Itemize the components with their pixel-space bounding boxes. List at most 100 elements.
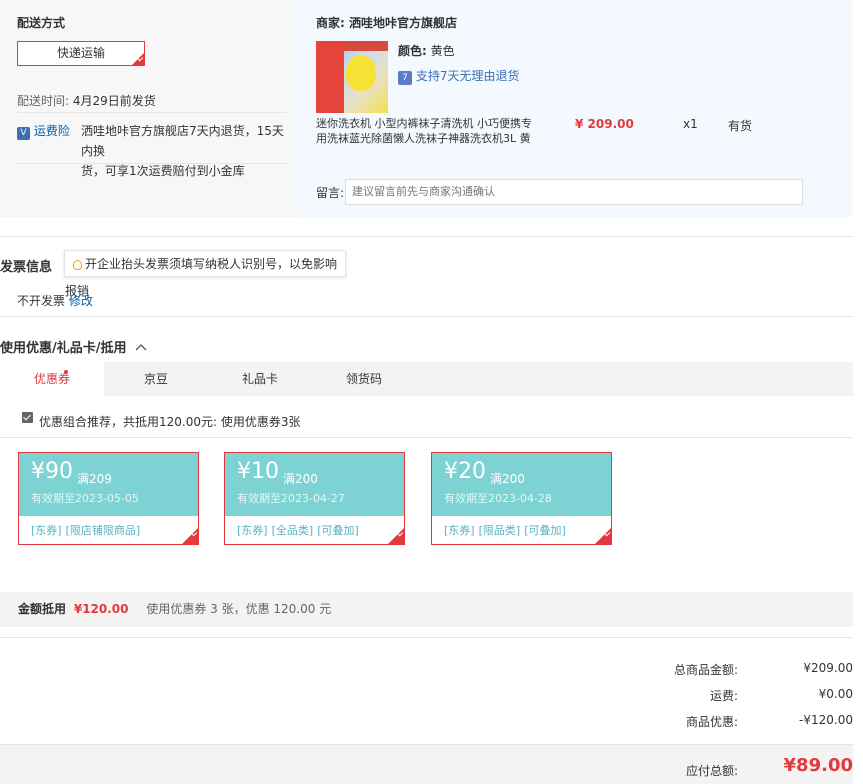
insurance-text: 洒哇地咔官方旗舰店7天内退货，15天内换 货，可享1次运费赔付到小金库 bbox=[81, 121, 291, 181]
pay-total-bar: 应付总额: ¥89.00 bbox=[0, 744, 853, 784]
coupon-tags: [东券] [限店铺限商品] bbox=[31, 522, 144, 538]
tab-badge-dot bbox=[64, 370, 68, 374]
shipping-option-express[interactable]: 快递运输 bbox=[17, 41, 145, 66]
tab-coupons[interactable]: 优惠券 bbox=[0, 362, 104, 396]
summary-amount: ¥120.00 bbox=[73, 602, 129, 616]
goods-total-label: 总商品金额: bbox=[673, 663, 738, 677]
message-input[interactable] bbox=[345, 179, 803, 205]
chevron-up-icon bbox=[135, 344, 147, 351]
tab-gift-card[interactable]: 礼品卡 bbox=[208, 362, 312, 396]
coupon-amount: ¥10 bbox=[237, 459, 279, 484]
shipping-option-label: 快递运输 bbox=[56, 46, 105, 60]
delivery-panel: 配送方式 快递运输 配送时间: 4月29日前发货 V 运费险 洒哇地咔官方旗舰店… bbox=[0, 0, 296, 217]
tab-jingdou[interactable]: 京豆 bbox=[104, 362, 208, 396]
divider bbox=[0, 637, 853, 638]
tab-gift-card-label: 礼品卡 bbox=[241, 372, 278, 386]
coupon-tag: [东券] bbox=[31, 524, 62, 537]
product-price: ¥ 209.00 bbox=[575, 117, 634, 131]
selected-check-icon bbox=[595, 528, 611, 544]
invoice-tip: 开企业抬头发票须填写纳税人识别号，以免影响报销 bbox=[64, 250, 346, 298]
goods-discount-label: 商品优惠: bbox=[685, 715, 738, 729]
coupon-amount: ¥90 bbox=[31, 459, 73, 484]
recommend-checkbox[interactable] bbox=[22, 412, 33, 423]
coupon-valid: 有效期至2023-04-28 bbox=[444, 492, 552, 505]
summary-detail: 使用优惠券 3 张，优惠 120.00 元 bbox=[146, 602, 332, 616]
product-stock: 有货 bbox=[728, 119, 753, 133]
tab-jingdou-label: 京豆 bbox=[143, 372, 168, 386]
shipping-insurance: V 运费险 洒哇地咔官方旗舰店7天内退货，15天内换 货，可享1次运费赔付到小金… bbox=[17, 112, 287, 178]
divider bbox=[0, 316, 853, 317]
ship-time-value: 4月29日前发货 bbox=[72, 94, 156, 108]
coupon-tag: [可叠加] bbox=[524, 524, 566, 537]
discount-tabs: 优惠券 京豆 礼品卡 领货码 bbox=[0, 362, 853, 396]
selected-check-icon bbox=[132, 53, 144, 65]
coupon-tag: [东券] bbox=[237, 524, 268, 537]
return-policy-text: 支持7天无理由退货 bbox=[415, 69, 520, 83]
coupon-tags: [东券] [限品类] [可叠加] bbox=[444, 522, 570, 538]
invoice-tip-text: 开企业抬头发票须填写纳税人识别号，以免影响报销 bbox=[65, 257, 338, 298]
coupon-top: ¥10 满200 有效期至2023-04-27 bbox=[225, 453, 404, 516]
coupon-tag: [全品类] bbox=[271, 524, 314, 537]
seller-header: 商家: 洒哇地咔官方旗舰店 bbox=[316, 14, 457, 31]
coupon-tag: [限品类] bbox=[478, 524, 521, 537]
coupon-top: ¥90 满209 有效期至2023-05-05 bbox=[19, 453, 198, 516]
ship-time-label: 配送时间: bbox=[17, 94, 70, 108]
product-image[interactable] bbox=[316, 41, 388, 113]
invoice-title: 发票信息 bbox=[0, 260, 53, 275]
return-policy: 7 支持7天无理由退货 bbox=[398, 67, 519, 85]
recommend-text: 优惠组合推荐，共抵用120.00元: 使用优惠券3张 bbox=[39, 415, 301, 429]
insurance-text-line1: 洒哇地咔官方旗舰店7天内退货，15天内换 bbox=[81, 124, 284, 158]
pay-total-value: ¥89.00 bbox=[783, 755, 853, 776]
product-name[interactable]: 迷你洗衣机 小型内裤袜子清洗机 小巧便携专 用洗袜蓝光除菌懒人洗袜子神器洗衣机3… bbox=[316, 116, 536, 146]
coupon-tag: [东券] bbox=[444, 524, 475, 537]
pay-total-label: 应付总额: bbox=[685, 764, 738, 778]
insurance-label: 运费险 bbox=[33, 124, 70, 138]
return-policy-icon: 7 bbox=[398, 71, 412, 85]
discount-title[interactable]: 使用优惠/礼品卡/抵用 bbox=[0, 337, 147, 356]
coupon-tags: [东券] [全品类] [可叠加] bbox=[237, 522, 363, 538]
insurance-badge[interactable]: V 运费险 bbox=[17, 122, 70, 140]
shipping-fee-label: 运费: bbox=[709, 689, 738, 703]
coupon-condition: 满200 bbox=[490, 472, 525, 486]
coupon-card[interactable]: ¥20 满200 有效期至2023-04-28 [东券] [限品类] [可叠加] bbox=[431, 452, 612, 545]
invoice-edit-link[interactable]: 修改 bbox=[69, 294, 93, 308]
coupon-tag: [限店铺限商品] bbox=[65, 524, 141, 537]
coupon-top: ¥20 满200 有效期至2023-04-28 bbox=[432, 453, 611, 516]
summary-label: 金额抵用 bbox=[18, 602, 67, 616]
lightbulb-icon bbox=[73, 260, 82, 270]
seller-name[interactable]: 洒哇地咔官方旗舰店 bbox=[349, 16, 457, 30]
tab-pickup-code-label: 领货码 bbox=[345, 372, 382, 386]
goods-discount-value: -¥120.00 bbox=[799, 713, 853, 727]
product-name-line2: 用洗袜蓝光除菌懒人洗袜子神器洗衣机3L 黄 bbox=[316, 132, 531, 145]
invoice-status: 不开发票 bbox=[17, 294, 66, 308]
coupon-amount: ¥20 bbox=[444, 459, 486, 484]
goods-total-value: ¥209.00 bbox=[803, 661, 853, 675]
ship-time: 配送时间: 4月29日前发货 bbox=[17, 92, 156, 109]
seller-label: 商家: bbox=[316, 16, 345, 30]
divider bbox=[0, 437, 853, 438]
product-quantity: x1 bbox=[683, 117, 698, 131]
selected-check-icon bbox=[388, 528, 404, 544]
coupon-condition: 满200 bbox=[283, 472, 318, 486]
coupon-tag: [可叠加] bbox=[317, 524, 359, 537]
tab-coupons-label: 优惠券 bbox=[33, 372, 70, 386]
delivery-title: 配送方式 bbox=[17, 16, 66, 30]
divider bbox=[0, 236, 853, 237]
insurance-icon: V bbox=[17, 127, 30, 140]
shipping-fee-value: ¥0.00 bbox=[818, 687, 853, 701]
coupon-valid: 有效期至2023-04-27 bbox=[237, 492, 345, 505]
color-label: 颜色: bbox=[398, 44, 427, 58]
coupon-condition: 满209 bbox=[77, 472, 112, 486]
product-name-line1: 迷你洗衣机 小型内裤袜子清洗机 小巧便携专 bbox=[316, 117, 532, 130]
tab-pickup-code[interactable]: 领货码 bbox=[312, 362, 416, 396]
coupon-valid: 有效期至2023-05-05 bbox=[31, 492, 139, 505]
selected-check-icon bbox=[182, 528, 198, 544]
coupon-card[interactable]: ¥10 满200 有效期至2023-04-27 [东券] [全品类] [可叠加] bbox=[224, 452, 405, 545]
product-color: 颜色: 黄色 bbox=[398, 42, 455, 59]
discount-summary: 金额抵用 ¥120.00 使用优惠券 3 张，优惠 120.00 元 bbox=[0, 592, 853, 627]
coupon-card[interactable]: ¥90 满209 有效期至2023-05-05 [东券] [限店铺限商品] bbox=[18, 452, 199, 545]
invoice-status-row: 不开发票 修改 bbox=[17, 292, 93, 309]
discount-title-text: 使用优惠/礼品卡/抵用 bbox=[0, 341, 127, 356]
message-label: 留言: bbox=[316, 186, 345, 200]
color-value: 黄色 bbox=[430, 44, 455, 58]
